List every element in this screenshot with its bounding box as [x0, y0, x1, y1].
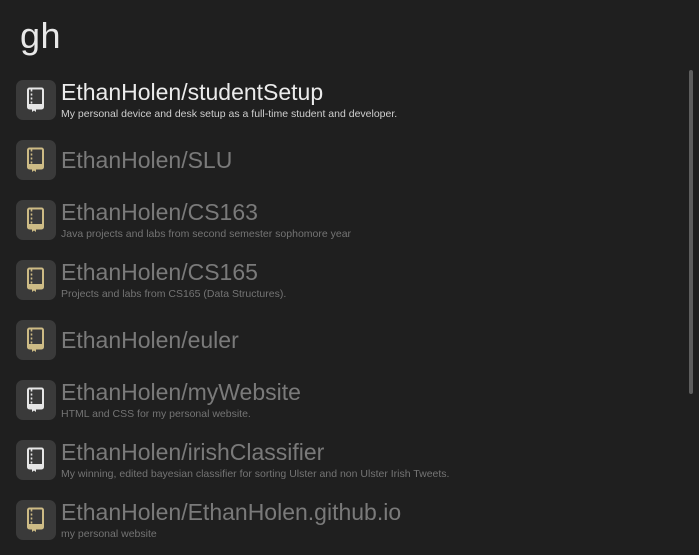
book-icon	[16, 260, 56, 300]
result-row[interactable]: EthanHolen/myWebsite HTML and CSS for my…	[0, 370, 690, 430]
book-icon	[16, 440, 56, 480]
result-title: EthanHolen/CS163	[61, 199, 258, 225]
result-row[interactable]: EthanHolen/euler	[0, 310, 690, 370]
result-title: EthanHolen/euler	[61, 327, 239, 353]
search-query-input[interactable]: gh	[20, 14, 660, 60]
launcher-window: gh EthanHolen/studentSetup My personal d…	[0, 0, 699, 555]
result-subtitle: HTML and CSS for my personal website.	[61, 408, 251, 420]
result-title: EthanHolen/SLU	[61, 147, 233, 173]
result-row[interactable]: EthanHolen/studentSetup My personal devi…	[0, 70, 690, 130]
result-subtitle: My personal device and desk setup as a f…	[61, 108, 398, 120]
result-row[interactable]: EthanHolen/CS163 Java projects and labs …	[0, 190, 690, 250]
book-icon	[16, 140, 56, 180]
book-icon	[16, 380, 56, 420]
result-title: EthanHolen/myWebsite	[61, 379, 301, 405]
result-row[interactable]: EthanHolen/irishClassifier My winning, e…	[0, 430, 690, 490]
result-row[interactable]: EthanHolen/CS165 Projects and labs from …	[0, 250, 690, 310]
result-row[interactable]: EthanHolen/EthanHolen.github.io my perso…	[0, 490, 690, 550]
result-title: EthanHolen/CS165	[61, 259, 258, 285]
result-row[interactable]: EthanHolen/SLU	[0, 130, 690, 190]
result-title: EthanHolen/irishClassifier	[61, 439, 325, 465]
result-subtitle: My winning, edited bayesian classifier f…	[61, 468, 450, 480]
result-subtitle: Projects and labs from CS165 (Data Struc…	[61, 288, 287, 300]
results-list: EthanHolen/studentSetup My personal devi…	[0, 70, 690, 550]
result-subtitle: my personal website	[61, 528, 157, 540]
scrollbar[interactable]	[689, 70, 693, 394]
book-icon	[16, 320, 56, 360]
book-icon	[16, 500, 56, 540]
result-title: EthanHolen/EthanHolen.github.io	[61, 499, 402, 525]
book-icon	[16, 80, 56, 120]
book-icon	[16, 200, 56, 240]
result-subtitle: Java projects and labs from second semes…	[61, 228, 352, 240]
result-title: EthanHolen/studentSetup	[61, 79, 324, 105]
